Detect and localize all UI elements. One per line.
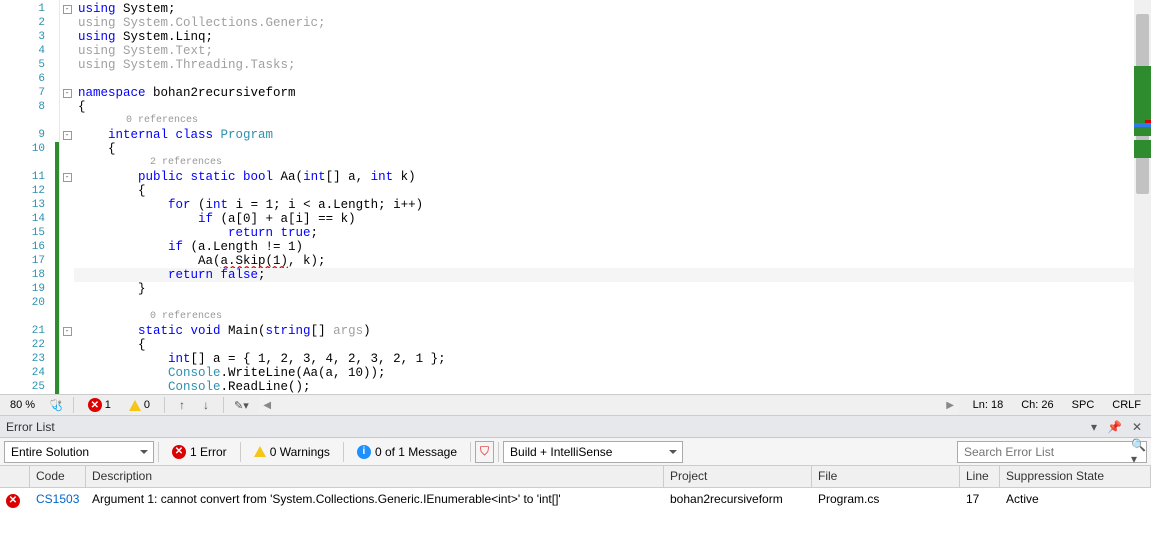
col-code[interactable]: Code (30, 466, 86, 487)
line-number: 1 (0, 2, 59, 16)
zoom-level[interactable]: 80 % (6, 399, 39, 411)
search-error-list[interactable]: 🔍▾ (957, 441, 1147, 463)
codelens-references[interactable]: 0 references (74, 114, 1151, 128)
caret-col: Ch: 26 (1017, 399, 1057, 411)
line-ending[interactable]: CRLF (1108, 399, 1145, 411)
codelens-references[interactable]: 2 references (74, 156, 1151, 170)
error-list-toolbar: Entire Solution ✕ 1 Error 0 Warnings i 0… (0, 438, 1151, 466)
fold-toggle[interactable]: - (63, 5, 72, 14)
col-suppression[interactable]: Suppression State (1000, 466, 1151, 487)
warning-icon (254, 446, 266, 457)
error-list-body: ✕ CS1503 Argument 1: cannot convert from… (0, 488, 1151, 539)
error-icon: ✕ (6, 494, 20, 508)
warnings-filter-button[interactable]: 0 Warnings (245, 441, 339, 463)
info-icon: i (357, 445, 371, 459)
errors-filter-button[interactable]: ✕ 1 Error (163, 441, 236, 463)
error-file: Program.cs (812, 492, 960, 508)
fold-toggle[interactable]: - (63, 89, 72, 98)
col-line[interactable]: Line (960, 466, 1000, 487)
indent-mode[interactable]: SPC (1068, 399, 1099, 411)
error-line: 17 (960, 492, 1000, 508)
filter-icon: ⛉ (480, 444, 489, 459)
scope-dropdown[interactable]: Entire Solution (4, 441, 154, 463)
code-editor[interactable]: 1 2 3 4 5 6 7 8 9 10 11 12 13 14 15 16 1… (0, 0, 1151, 394)
fold-toggle[interactable]: - (63, 131, 72, 140)
search-icon[interactable]: 🔍▾ (1125, 438, 1151, 466)
codelens-references[interactable]: 0 references (74, 310, 1151, 324)
line-number-gutter: 1 2 3 4 5 6 7 8 9 10 11 12 13 14 15 16 1… (0, 0, 60, 394)
error-project: bohan2recursiveform (664, 492, 812, 508)
clear-filter-button[interactable]: ⛉ (475, 441, 494, 463)
error-description: Argument 1: cannot convert from 'System.… (86, 492, 664, 508)
outline-column: - - - - - (60, 0, 74, 394)
pin-icon[interactable]: 📌 (1104, 420, 1125, 434)
error-list-header[interactable]: Error List ▾ 📌 ✕ (0, 416, 1151, 438)
warning-count[interactable]: 0 (125, 399, 154, 411)
error-icon: ✕ (172, 445, 186, 459)
error-suppression: Active (1000, 492, 1151, 508)
fold-toggle[interactable]: - (63, 173, 72, 182)
error-code[interactable]: CS1503 (30, 492, 86, 508)
error-row[interactable]: ✕ CS1503 Argument 1: cannot convert from… (0, 488, 1151, 512)
window-position-icon[interactable]: ▾ (1088, 420, 1100, 434)
fold-toggle[interactable]: - (63, 327, 72, 336)
error-icon: ✕ (88, 398, 102, 412)
source-dropdown[interactable]: Build + IntelliSense (503, 441, 683, 463)
error-list-columns[interactable]: Code Description Project File Line Suppr… (0, 466, 1151, 488)
brush-icon[interactable]: ✎▾ (234, 399, 249, 412)
scroll-left-button[interactable]: ◀ (259, 400, 276, 411)
vertical-scrollbar[interactable] (1134, 0, 1151, 394)
error-count[interactable]: ✕1 (84, 398, 115, 412)
caret-line: Ln: 18 (969, 399, 1008, 411)
col-file[interactable]: File (812, 466, 960, 487)
prev-issue-button[interactable]: ↑ (175, 398, 189, 412)
code-text-area[interactable]: using System; using System.Collections.G… (74, 0, 1151, 394)
col-description[interactable]: Description (86, 466, 664, 487)
scroll-right-button[interactable]: ▶ (942, 400, 959, 411)
current-line: return false; (74, 268, 1151, 282)
editor-status-bar: 80 % 🩺 ✕1 0 ↑ ↓ ✎▾ ◀ ▶ Ln: 18 Ch: 26 SPC… (0, 394, 1151, 416)
close-icon[interactable]: ✕ (1129, 420, 1145, 434)
col-project[interactable]: Project (664, 466, 812, 487)
next-issue-button[interactable]: ↓ (199, 398, 213, 412)
error-squiggle[interactable]: a.Skip(1) (221, 254, 289, 268)
search-input[interactable] (958, 445, 1125, 459)
panel-title: Error List (6, 420, 55, 434)
warning-icon (129, 400, 141, 411)
health-icon[interactable]: 🩺 (49, 399, 63, 412)
messages-filter-button[interactable]: i 0 of 1 Message (348, 441, 466, 463)
